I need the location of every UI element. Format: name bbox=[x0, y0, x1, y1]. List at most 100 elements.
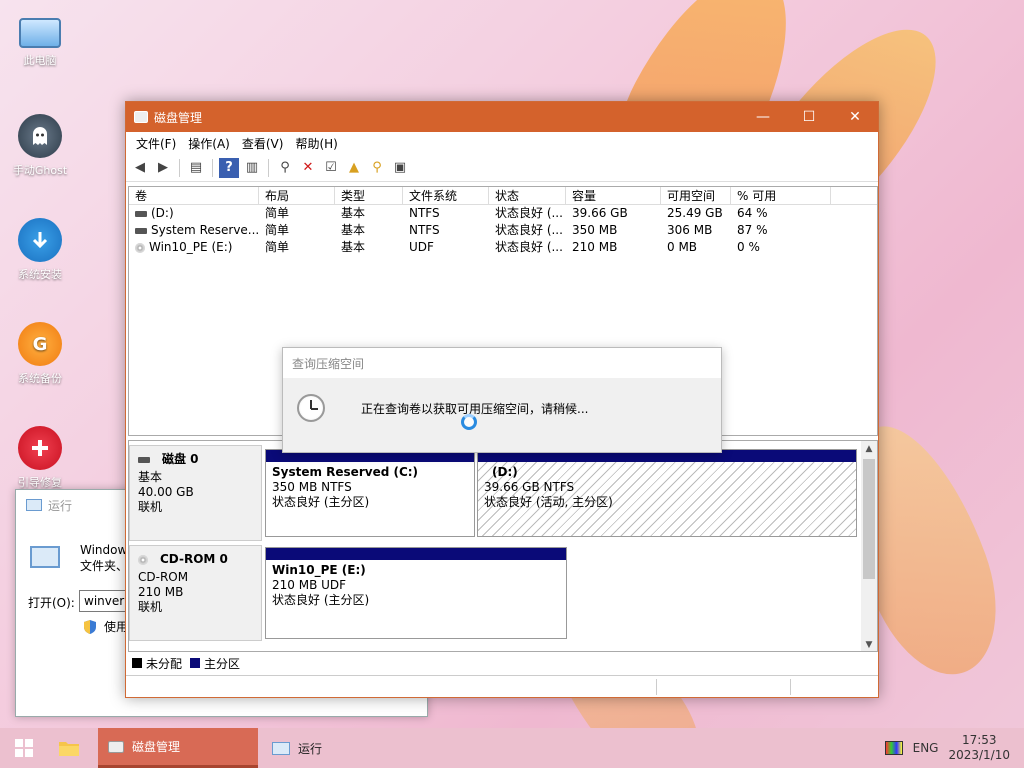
taskbar-item-run[interactable]: 运行 bbox=[262, 728, 412, 768]
table-row[interactable]: Win10_PE (E:) 简单 基本 UDF 状态良好 (... 210 MB… bbox=[129, 239, 877, 256]
table-row[interactable]: (D:) 简单 基本 NTFS 状态良好 (... 39.66 GB 25.49… bbox=[129, 205, 877, 222]
maximize-button[interactable]: ☐ bbox=[786, 102, 832, 132]
volume-name: (D:) bbox=[151, 206, 174, 220]
toolbar-separator bbox=[268, 158, 269, 177]
properties-icon[interactable]: ☑ bbox=[321, 158, 341, 178]
desktop-icon-ghost[interactable]: 手动Ghost bbox=[4, 114, 76, 178]
disk-icon bbox=[138, 456, 150, 463]
system-tray: ENG 17:53 2023/1/10 bbox=[884, 728, 1024, 768]
connect-disk-icon[interactable]: ⚲ bbox=[275, 158, 295, 178]
start-button[interactable] bbox=[0, 728, 48, 768]
menu-help[interactable]: 帮助(H) bbox=[289, 135, 343, 152]
column-header-percent-free[interactable]: % 可用 bbox=[731, 187, 831, 204]
legend-label: 未分配 bbox=[146, 656, 183, 671]
cd-drive-icon bbox=[138, 554, 148, 565]
disk-size: 40.00 GB bbox=[138, 485, 194, 499]
column-header-free-space[interactable]: 可用空间 bbox=[661, 187, 731, 204]
disk-size: 210 MB bbox=[138, 585, 184, 599]
menu-file[interactable]: 文件(F) bbox=[130, 135, 182, 152]
partition-status: 状态良好 (主分区) bbox=[272, 495, 370, 509]
volume-name-cell: Win10_PE (E:) bbox=[129, 239, 259, 256]
disk-name: CD-ROM 0 bbox=[138, 552, 253, 567]
desktop-icon-this-pc[interactable]: 此电脑 bbox=[4, 10, 76, 68]
run-admin-note: 使用 bbox=[82, 618, 128, 635]
file-explorer-button[interactable] bbox=[48, 728, 98, 768]
open-folder-icon[interactable]: ▲ bbox=[344, 158, 364, 178]
volume-capacity: 39.66 GB bbox=[572, 206, 628, 220]
svg-text:G: G bbox=[33, 334, 48, 355]
window-titlebar[interactable]: 磁盘管理 — ☐ ✕ bbox=[126, 102, 878, 132]
tray-time: 17:53 bbox=[961, 733, 997, 747]
drive-icon bbox=[135, 227, 147, 234]
volume-name: System Reserve... bbox=[151, 223, 259, 237]
disk-label[interactable]: 磁盘 0 基本 40.00 GB 联机 bbox=[129, 445, 262, 541]
disk-name: 磁盘 0 bbox=[138, 452, 253, 467]
language-indicator[interactable]: ENG bbox=[913, 741, 939, 755]
partition-d[interactable]: (D:) 39.66 GB NTFS 状态良好 (活动, 主分区) bbox=[477, 449, 857, 537]
desktop-icon-label: 手动Ghost bbox=[12, 164, 68, 177]
taskbar-item-disk-management[interactable]: 磁盘管理 bbox=[98, 728, 258, 768]
legend-label: 主分区 bbox=[204, 656, 241, 671]
column-header-status[interactable]: 状态 bbox=[489, 187, 566, 204]
partition-name: (D:) bbox=[492, 465, 518, 479]
desktop-icon-install[interactable]: 系统安装 bbox=[4, 218, 76, 282]
disk-label[interactable]: CD-ROM 0 CD-ROM 210 MB 联机 bbox=[129, 545, 262, 641]
partition-e[interactable]: Win10_PE (E:) 210 MB UDF 状态良好 (主分区) bbox=[265, 547, 567, 639]
partition-size: 210 MB UDF bbox=[272, 578, 347, 592]
disk-map-scrollbar[interactable]: ▲ ▼ bbox=[861, 441, 877, 651]
volume-filesystem: UDF bbox=[409, 240, 434, 254]
back-arrow-icon[interactable]: ◀ bbox=[130, 158, 150, 178]
folder-icon bbox=[59, 742, 79, 756]
desktop-icon-repair[interactable]: 引导修复 bbox=[4, 426, 76, 490]
partition-c[interactable]: System Reserved (C:) 350 MB NTFS 状态良好 (主… bbox=[265, 449, 475, 537]
menu-action[interactable]: 操作(A) bbox=[182, 135, 236, 152]
desktop-icon-label: 此电脑 bbox=[23, 54, 57, 67]
volume-list-header: 卷 布局 类型 文件系统 状态 容量 可用空间 % 可用 bbox=[129, 187, 877, 205]
search-folder-icon[interactable]: ⚲ bbox=[367, 158, 387, 178]
status-divider bbox=[790, 679, 791, 695]
volume-percent-free: 64 % bbox=[737, 206, 768, 220]
volume-layout: 简单 bbox=[265, 240, 290, 254]
view-pane-icon[interactable]: ▥ bbox=[242, 158, 262, 178]
show-hide-console-icon[interactable]: ▤ bbox=[186, 158, 206, 178]
query-dialog-body: 正在查询卷以获取可用压缩空间，请稍候... bbox=[283, 378, 721, 452]
run-app-icon bbox=[26, 499, 42, 511]
delete-icon[interactable]: ✕ bbox=[298, 158, 318, 178]
desktop-icon-backup[interactable]: G 系统备份 bbox=[4, 322, 76, 386]
cd-drive-icon bbox=[135, 242, 145, 253]
disk-state: 联机 bbox=[138, 500, 163, 514]
console-window-icon[interactable]: ▣ bbox=[390, 158, 410, 178]
tray-clock[interactable]: 17:53 2023/1/10 bbox=[948, 733, 1010, 763]
volume-type: 基本 bbox=[341, 223, 366, 237]
volume-free-space: 0 MB bbox=[667, 240, 698, 254]
query-shrink-dialog[interactable]: 查询压缩空间 正在查询卷以获取可用压缩空间，请稍候... bbox=[282, 347, 722, 453]
computer-icon bbox=[19, 18, 61, 48]
toolbar-separator bbox=[212, 158, 213, 177]
minimize-button[interactable]: — bbox=[740, 102, 786, 132]
scroll-up-icon[interactable]: ▲ bbox=[861, 441, 877, 457]
column-header-capacity[interactable]: 容量 bbox=[566, 187, 661, 204]
column-header-layout[interactable]: 布局 bbox=[259, 187, 335, 204]
column-header-volume[interactable]: 卷 bbox=[129, 187, 259, 204]
menu-view[interactable]: 查看(V) bbox=[236, 135, 290, 152]
drive-icon bbox=[135, 210, 147, 217]
help-icon[interactable]: ? bbox=[219, 157, 239, 178]
volume-layout: 简单 bbox=[265, 206, 290, 220]
forward-arrow-icon[interactable]: ▶ bbox=[153, 158, 173, 178]
close-button[interactable]: ✕ bbox=[832, 102, 878, 132]
scroll-thumb[interactable] bbox=[863, 459, 875, 579]
run-large-icon bbox=[30, 546, 60, 568]
table-row[interactable]: System Reserve... 简单 基本 NTFS 状态良好 (... 3… bbox=[129, 222, 877, 239]
volume-capacity: 350 MB bbox=[572, 223, 618, 237]
volume-type: 基本 bbox=[341, 206, 366, 220]
column-header-filesystem[interactable]: 文件系统 bbox=[403, 187, 489, 204]
display-icon[interactable] bbox=[884, 741, 903, 755]
clock-icon bbox=[297, 394, 325, 422]
toolbar: ◀ ▶ ▤ ? ▥ ⚲ ✕ ☑ ▲ ⚲ ▣ bbox=[126, 154, 878, 182]
scroll-down-icon[interactable]: ▼ bbox=[861, 637, 877, 651]
column-header-type[interactable]: 类型 bbox=[335, 187, 403, 204]
busy-spinner-icon bbox=[461, 414, 477, 430]
disk-map: 磁盘 0 基本 40.00 GB 联机 System Reserved (C:)… bbox=[128, 440, 878, 652]
desktop-icon-label: 引导修复 bbox=[18, 476, 62, 489]
window-title: 磁盘管理 bbox=[154, 110, 203, 125]
